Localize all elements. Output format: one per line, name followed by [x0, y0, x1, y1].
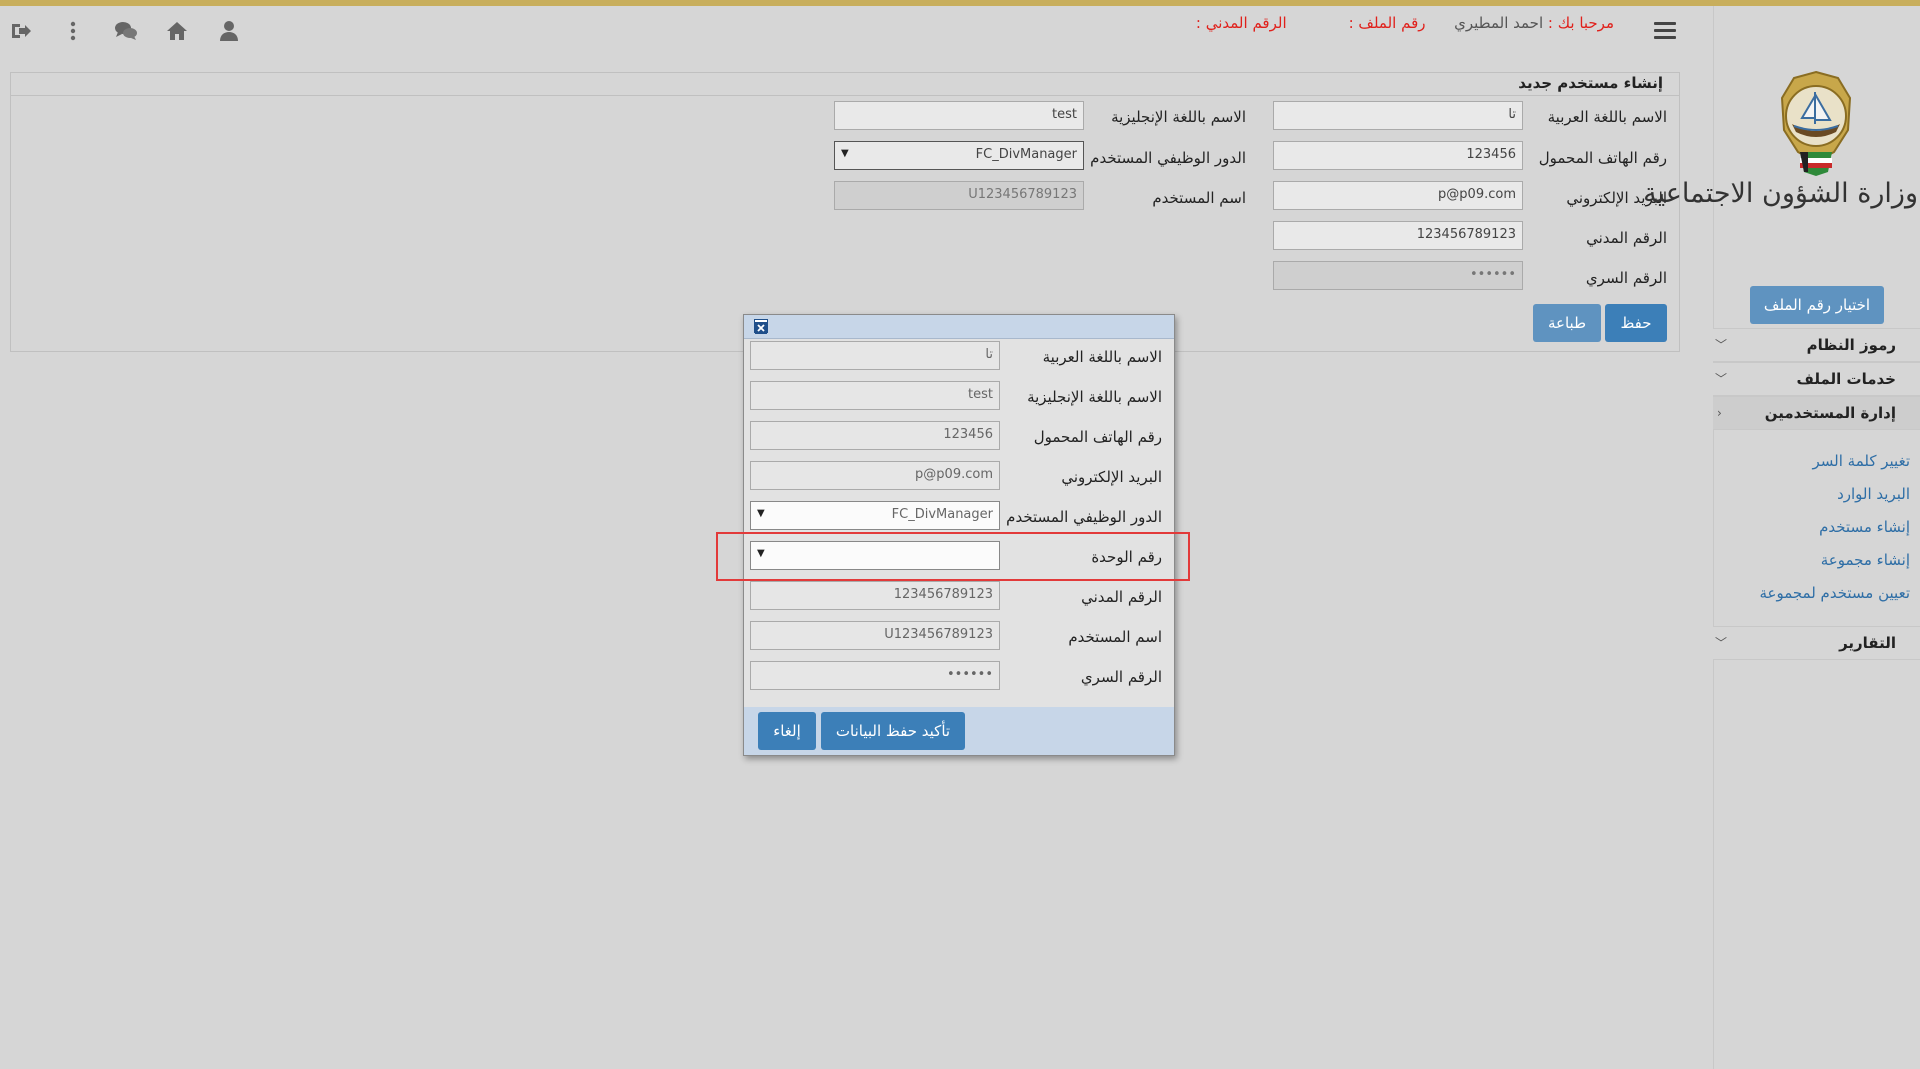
form-title: إنشاء مستخدم جديد [1518, 74, 1663, 92]
menu-section-label: التقارير [1839, 634, 1896, 652]
print-button[interactable]: طباعة [1533, 304, 1601, 342]
home-icon[interactable] [166, 20, 188, 42]
confirm-save-button[interactable]: تأكيد حفظ البيانات [821, 712, 965, 750]
dropdown-arrow-icon: ▼ [841, 148, 849, 159]
chevron-down-icon: ﹀ [1715, 338, 1728, 352]
role-select[interactable]: ▼ FC_DivManager [834, 141, 1084, 170]
more-icon[interactable] [62, 20, 84, 42]
link-create-user[interactable]: إنشاء مستخدم [1819, 518, 1910, 536]
name-en-field[interactable]: test [834, 101, 1084, 130]
welcome-label: مرحبا بك : [1547, 14, 1614, 32]
dialog-label: الاسم باللغة العربية [1042, 348, 1162, 366]
name-ar-label: الاسم باللغة العربية [1547, 108, 1667, 126]
header-icon-group [10, 20, 240, 42]
dialog-role-select[interactable]: ▼ FC_DivManager [750, 501, 1000, 530]
chat-icon[interactable] [114, 20, 137, 42]
mobile-field[interactable]: 123456 [1273, 141, 1523, 170]
civil-number-label: الرقم المدني : [1195, 14, 1287, 32]
username-label: اسم المستخدم [1152, 189, 1246, 207]
civil-number-field[interactable]: 123456789123 [1273, 221, 1523, 250]
close-icon[interactable] [754, 319, 768, 334]
create-user-form: إنشاء مستخدم جديد الاسم باللغة العربية ت… [10, 72, 1680, 352]
link-change-password[interactable]: تغيير كلمة السر [1813, 452, 1911, 470]
dialog-label: البريد الإلكتروني [1061, 468, 1162, 486]
password-field: •••••• [1273, 261, 1523, 290]
dialog-footer: تأكيد حفظ البيانات إلغاء [744, 707, 1174, 755]
ministry-logo [1768, 68, 1864, 178]
dialog-civil-number-field: 123456789123 [750, 581, 1000, 610]
dialog-username-field: U123456789123 [750, 621, 1000, 650]
menu-section-label: رموز النظام [1806, 336, 1896, 354]
name-ar-field[interactable]: تا [1273, 101, 1523, 130]
dialog-name-ar-field: تا [750, 341, 1000, 370]
mobile-label: رقم الهاتف المحمول [1538, 149, 1667, 167]
highlight-box [716, 532, 1190, 581]
dialog-titlebar [744, 315, 1174, 339]
dialog-label: الرقم السري [1080, 668, 1162, 686]
user-name: احمد المطيري [1454, 14, 1544, 32]
name-en-label: الاسم باللغة الإنجليزية [1111, 108, 1246, 126]
file-number-label: رقم الملف : [1348, 14, 1426, 32]
dialog-role-value: FC_DivManager [891, 507, 993, 522]
link-create-group[interactable]: إنشاء مجموعة [1821, 551, 1910, 569]
menu-section-user-management[interactable]: ‹ إدارة المستخدمين [1713, 396, 1920, 430]
username-field: U123456789123 [834, 181, 1084, 210]
chevron-down-icon: ﹀ [1715, 636, 1728, 650]
menu-section-label: إدارة المستخدمين [1764, 404, 1896, 422]
email-field[interactable]: p@p09.com [1273, 181, 1523, 210]
save-button[interactable]: حفظ [1605, 304, 1667, 342]
dialog-mobile-field: 123456 [750, 421, 1000, 450]
title-divider [11, 95, 1679, 96]
cancel-button[interactable]: إلغاء [758, 712, 816, 750]
header-info: مرحبا بك : احمد المطيري رقم الملف : الرق… [1196, 14, 1614, 32]
dialog-label: الرقم المدني [1081, 588, 1162, 606]
dialog-email-field: p@p09.com [750, 461, 1000, 490]
dropdown-arrow-icon: ▼ [757, 508, 765, 519]
choose-file-button[interactable]: اختيار رقم الملف [1750, 286, 1884, 324]
dialog-label: الدور الوظيفي المستخدم [1006, 508, 1162, 526]
menu-icon[interactable] [1654, 22, 1676, 40]
chevron-left-icon: ‹ [1717, 406, 1722, 420]
role-select-value: FC_DivManager [975, 147, 1077, 162]
link-assign-user-group[interactable]: تعيين مستخدم لمجموعة [1759, 584, 1910, 602]
ministry-name: وزارة الشؤون الاجتماعية [1643, 178, 1918, 209]
dialog-label: رقم الهاتف المحمول [1033, 428, 1162, 446]
menu-section-label: خدمات الملف [1796, 370, 1896, 388]
role-label: الدور الوظيفي المستخدم [1090, 149, 1246, 167]
dialog-label: الاسم باللغة الإنجليزية [1027, 388, 1162, 406]
chevron-down-icon: ﹀ [1715, 372, 1728, 386]
menu-section-system-codes[interactable]: ﹀ رموز النظام [1713, 328, 1920, 362]
dialog-label: اسم المستخدم [1068, 628, 1162, 646]
dialog-password-field: •••••• [750, 661, 1000, 690]
link-inbox[interactable]: البريد الوارد [1837, 485, 1910, 503]
menu-section-reports[interactable]: ﹀ التقارير [1713, 626, 1920, 660]
top-header: مرحبا بك : احمد المطيري رقم الملف : الرق… [0, 6, 1694, 56]
sidebar: وزارة الشؤون الاجتماعية اختيار رقم الملف… [1643, 6, 1920, 1069]
password-label: الرقم السري [1585, 269, 1667, 287]
civil-number-label: الرقم المدني [1586, 229, 1667, 247]
logout-icon[interactable] [10, 20, 32, 42]
menu-section-file-services[interactable]: ﹀ خدمات الملف [1713, 362, 1920, 396]
dialog-name-en-field: test [750, 381, 1000, 410]
user-icon[interactable] [218, 20, 240, 42]
